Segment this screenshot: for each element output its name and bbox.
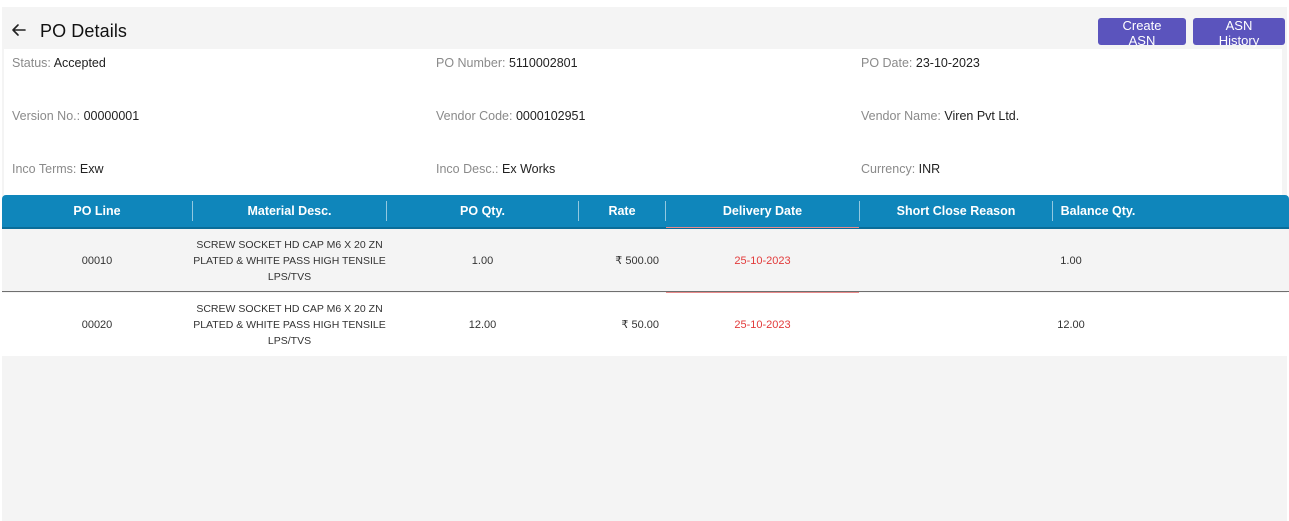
rate-cell: ₹ 500.00 bbox=[615, 255, 659, 267]
po-number-value: 5110002801 bbox=[508, 56, 578, 70]
column-header-po-line[interactable]: PO Line bbox=[2, 195, 192, 227]
delivery-date-cell: 25-10-2023 bbox=[734, 254, 791, 267]
po-number-label: PO Number: bbox=[436, 56, 506, 70]
vendor-name-label: Vendor Name: bbox=[861, 109, 941, 123]
column-header-short-close-reason[interactable]: Short Close Reason bbox=[860, 195, 1052, 227]
table-row[interactable]: 00020 SCREW SOCKET HD CAP M6 X 20 ZN PLA… bbox=[2, 293, 1289, 356]
vendor-code-field: Vendor Code: 0000102951 bbox=[436, 109, 585, 123]
material-desc-cell: SCREW SOCKET HD CAP M6 X 20 ZN PLATED & … bbox=[193, 293, 386, 356]
balance-qty-cell: 1.00 bbox=[1060, 254, 1082, 267]
po-date-label: PO Date: bbox=[861, 56, 913, 70]
status-value: Accepted bbox=[53, 56, 106, 70]
material-desc-line: SCREW SOCKET HD CAP M6 X 20 ZN bbox=[196, 238, 383, 251]
inco-terms-value: Exw bbox=[79, 162, 104, 176]
short-close-reason-cell bbox=[860, 293, 1052, 356]
rate-cell: ₹ 50.00 bbox=[621, 319, 659, 331]
status-label: Status: bbox=[12, 56, 51, 70]
version-no-label: Version No.: bbox=[12, 109, 81, 123]
material-desc-line: PLATED & WHITE PASS HIGH TENSILE bbox=[193, 254, 386, 267]
column-header-rate[interactable]: Rate bbox=[579, 195, 665, 227]
po-line-cell: 00010 bbox=[81, 254, 113, 267]
column-header-material-desc[interactable]: Material Desc. bbox=[193, 195, 386, 227]
column-header-balance-qty[interactable]: Balance Qty. bbox=[1053, 195, 1143, 227]
currency-field: Currency: INR bbox=[861, 162, 940, 176]
vendor-name-field: Vendor Name: Viren Pvt Ltd. bbox=[861, 109, 1019, 123]
inco-desc-label: Inco Desc.: bbox=[436, 162, 499, 176]
material-desc-line: LPS/TVS bbox=[267, 270, 312, 283]
date-highlight-line bbox=[666, 227, 859, 228]
inco-desc-value: Ex Works bbox=[502, 162, 556, 176]
vendor-code-label: Vendor Code: bbox=[436, 109, 513, 123]
material-desc-line: PLATED & WHITE PASS HIGH TENSILE bbox=[193, 318, 386, 331]
asn-history-button[interactable]: ASN History bbox=[1193, 18, 1285, 48]
delivery-date-cell: 25-10-2023 bbox=[734, 318, 791, 331]
page-title: PO Details bbox=[40, 21, 128, 41]
short-close-reason-cell bbox=[860, 229, 1052, 292]
page: PO Details Create ASN ASN History Status… bbox=[2, 7, 1289, 521]
currency-label: Currency: bbox=[861, 162, 916, 176]
inco-desc-field: Inco Desc.: Ex Works bbox=[436, 162, 555, 176]
material-desc-cell: SCREW SOCKET HD CAP M6 X 20 ZN PLATED & … bbox=[193, 229, 386, 292]
po-number-field: PO Number: 5110002801 bbox=[436, 56, 578, 70]
po-date-field: PO Date: 23-10-2023 bbox=[861, 56, 980, 70]
po-line-cell: 00020 bbox=[81, 318, 113, 331]
currency-value: INR bbox=[918, 162, 941, 176]
version-no-value: 00000001 bbox=[83, 109, 140, 123]
column-header-po-qty[interactable]: PO Qty. bbox=[387, 195, 578, 227]
arrow-left-icon[interactable] bbox=[11, 22, 27, 38]
inco-terms-label: Inco Terms: bbox=[12, 162, 77, 176]
column-header-delivery-date[interactable]: Delivery Date bbox=[666, 195, 859, 227]
create-asn-button[interactable]: Create ASN bbox=[1098, 18, 1186, 48]
balance-qty-cell: 12.00 bbox=[1057, 318, 1085, 331]
table-header: PO Line Material Desc. PO Qty. Rate Deli… bbox=[2, 195, 1289, 229]
po-date-value: 23-10-2023 bbox=[915, 56, 980, 70]
po-qty-cell: 12.00 bbox=[468, 318, 497, 331]
po-qty-cell: 1.00 bbox=[471, 254, 494, 267]
po-details-panel: Status: Accepted PO Number: 5110002801 P… bbox=[4, 49, 1282, 195]
vendor-code-value: 0000102951 bbox=[515, 109, 586, 123]
table-row[interactable]: 00010 SCREW SOCKET HD CAP M6 X 20 ZN PLA… bbox=[2, 229, 1289, 292]
status-field: Status: Accepted bbox=[12, 56, 106, 70]
version-no-field: Version No.: 00000001 bbox=[12, 109, 139, 123]
inco-terms-field: Inco Terms: Exw bbox=[12, 162, 103, 176]
page-header: PO Details Create ASN ASN History bbox=[2, 7, 1287, 49]
material-desc-line: LPS/TVS bbox=[267, 334, 312, 347]
material-desc-line: SCREW SOCKET HD CAP M6 X 20 ZN bbox=[196, 302, 383, 315]
vendor-name-value: Viren Pvt Ltd. bbox=[944, 109, 1020, 123]
